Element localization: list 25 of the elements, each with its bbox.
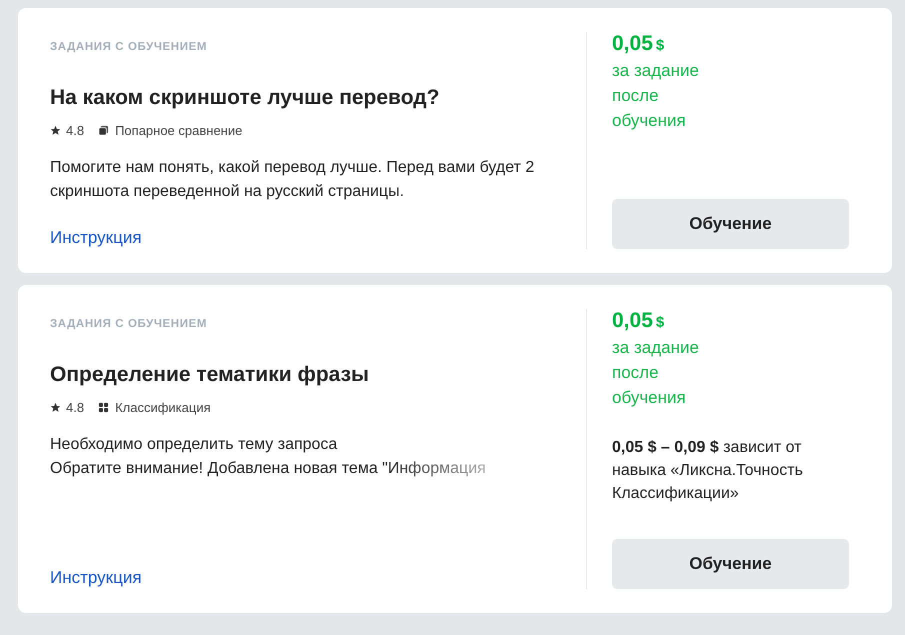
instruction-link[interactable]: Инструкция [50, 211, 142, 249]
star-icon [50, 402, 61, 412]
task-type: Попарное сравнение [115, 122, 242, 138]
task-description: Необходимо определить тему запроса Обратите внимание! Добавлена новая тема "Информация [50, 435, 487, 479]
grid-icon [98, 402, 110, 412]
task-type: Классификация [115, 400, 211, 414]
rating-value: 4.8 [66, 122, 84, 138]
task-title: На каком скриншоте лучше перевод? [50, 85, 440, 111]
instruction-link[interactable]: Инструкция [50, 551, 142, 589]
price-note: за задание после обучения [612, 60, 700, 132]
price-note: за задание после обучения [612, 337, 700, 409]
price-amount: 0,05 [612, 32, 653, 56]
task-description: Помогите нам понять, какой перевод лучше. Перед вами будет 2 скриншота переведенной на русский страницы. [50, 158, 536, 202]
training-button[interactable]: Обучение [612, 539, 849, 589]
price-range-note: 0,05 $ – 0,09 $ зависит от навыка «Ликсна.Точность Классификации» [612, 438, 804, 504]
currency-sign: $ [656, 314, 664, 331]
training-button[interactable]: Обучение [612, 199, 849, 249]
stacked-squares-icon [98, 124, 110, 136]
category-label: ЗАДАНИЯ С ОБУЧЕНИЕМ [50, 317, 208, 331]
rating-value: 4.8 [66, 400, 84, 414]
currency-sign: $ [656, 37, 664, 54]
price-amount: 0,05 [612, 309, 653, 333]
category-label: ЗАДАНИЯ С ОБУЧЕНИЕМ [50, 40, 208, 54]
star-icon [50, 124, 61, 136]
task-title: Определение тематики фразы [50, 362, 370, 388]
